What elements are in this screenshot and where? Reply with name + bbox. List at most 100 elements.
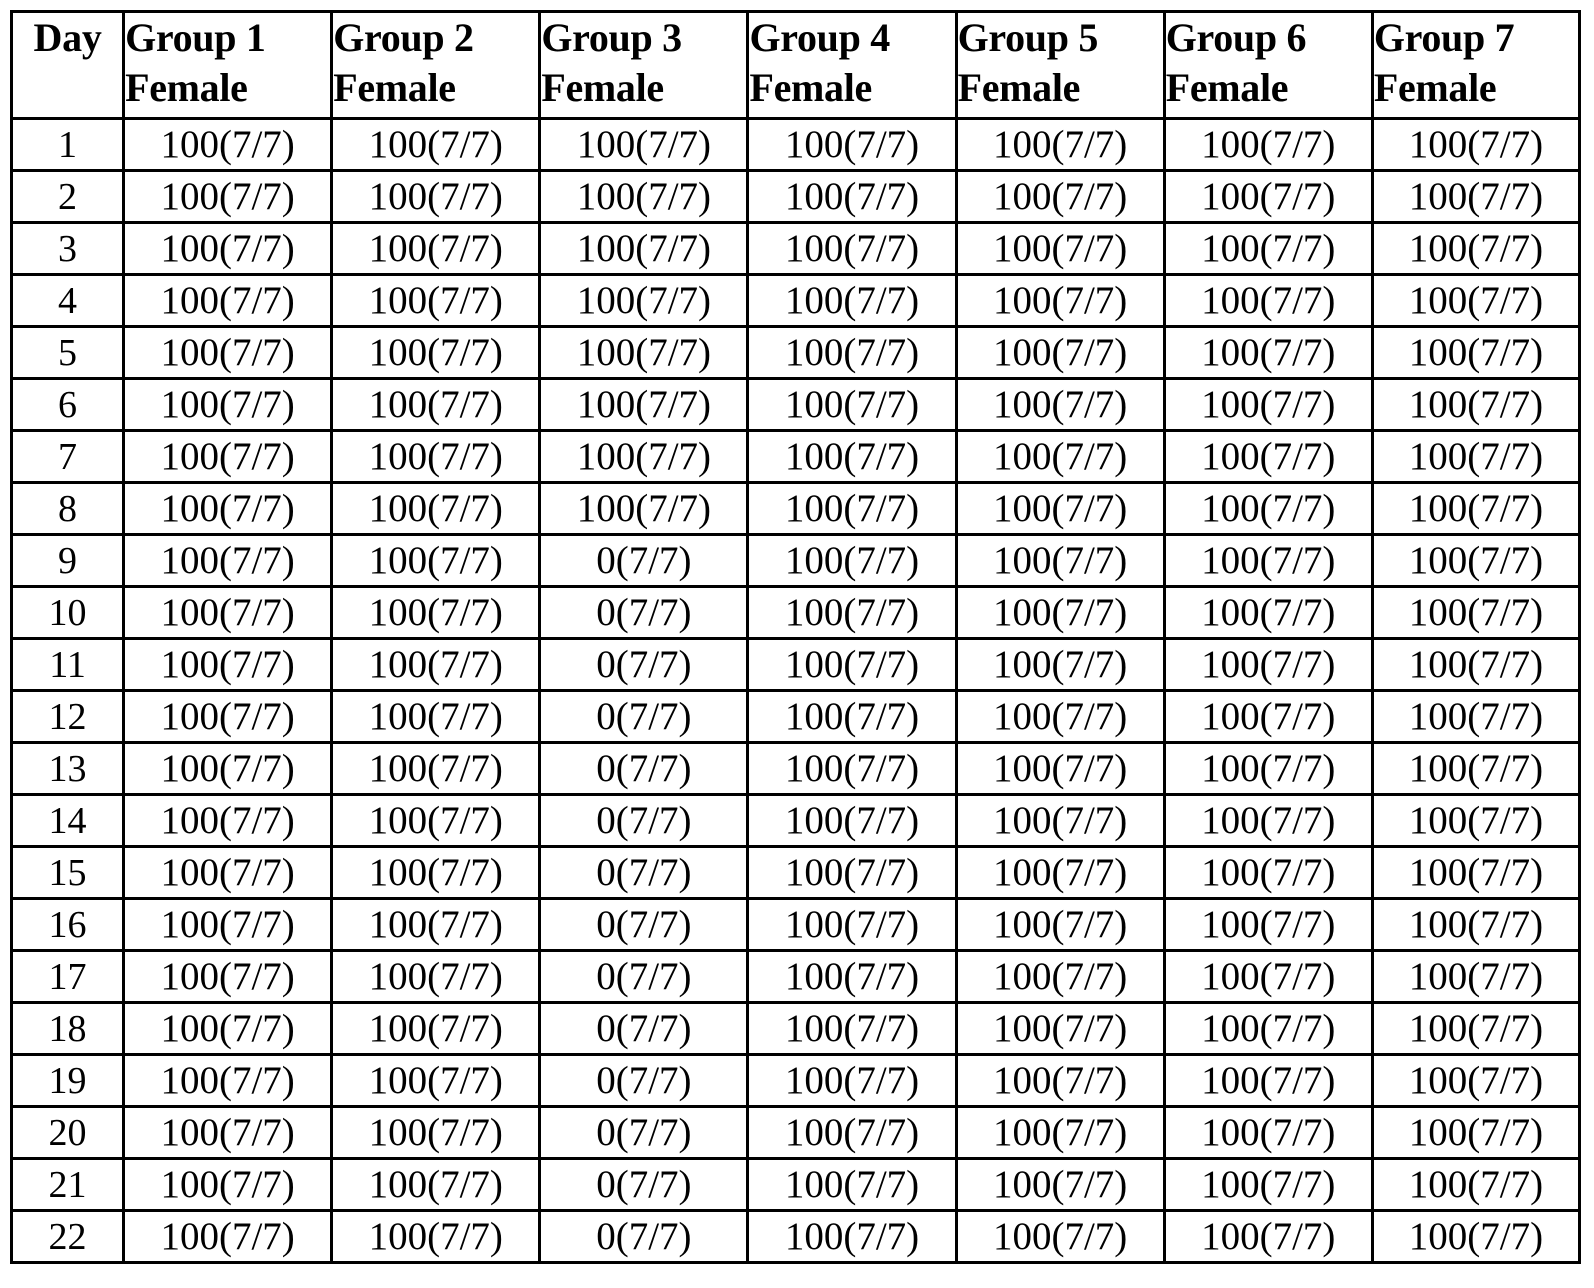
- survival-value-cell: 100(7/7): [746, 845, 958, 900]
- day-cell: 5: [9, 325, 126, 380]
- survival-value-cell: 100(7/7): [330, 169, 542, 224]
- day-cell: 8: [9, 481, 126, 536]
- survival-value-cell: 100(7/7): [1370, 793, 1582, 848]
- survival-value-cell: 100(7/7): [746, 1053, 958, 1108]
- survival-value-cell: 100(7/7): [746, 481, 958, 536]
- survival-value-cell: 0(7/7): [538, 793, 750, 848]
- survival-data-table: Day Group 1 Female Group 2 Female Group 3 Fema…: [9, 10, 1582, 1264]
- survival-value-cell: 100(7/7): [538, 325, 750, 380]
- survival-value-cell: 0(7/7): [538, 585, 750, 640]
- column-header-group1-line1: Group 1: [125, 15, 266, 60]
- survival-value-cell: 100(7/7): [122, 169, 334, 224]
- survival-value-cell: 100(7/7): [954, 481, 1166, 536]
- survival-value-cell: 100(7/7): [538, 117, 750, 172]
- survival-value-cell: 100(7/7): [954, 169, 1166, 224]
- table-row: 22 100(7/7) 100(7/7) 0(7/7) 100(7/7) 100(7/7)…: [9, 1209, 1582, 1264]
- survival-value-cell: 100(7/7): [954, 585, 1166, 640]
- survival-value-cell: 100(7/7): [954, 533, 1166, 588]
- day-cell: 3: [9, 221, 126, 276]
- day-cell: 10: [9, 585, 126, 640]
- survival-value-cell: 100(7/7): [1162, 221, 1374, 276]
- survival-value-cell: 100(7/7): [746, 689, 958, 744]
- survival-value-cell: 100(7/7): [954, 689, 1166, 744]
- survival-value-cell: 100(7/7): [746, 377, 958, 432]
- table-row: 2 100(7/7) 100(7/7) 100(7/7) 100(7/7) 100(7/7…: [9, 169, 1582, 224]
- survival-value-cell: 100(7/7): [122, 585, 334, 640]
- survival-value-cell: 100(7/7): [330, 221, 542, 276]
- survival-value-cell: 100(7/7): [330, 689, 542, 744]
- survival-value-cell: 100(7/7): [1370, 637, 1582, 692]
- survival-value-cell: 100(7/7): [122, 221, 334, 276]
- survival-value-cell: 0(7/7): [538, 845, 750, 900]
- survival-value-cell: 100(7/7): [122, 533, 334, 588]
- survival-value-cell: 100(7/7): [954, 273, 1166, 328]
- table-row: 21 100(7/7) 100(7/7) 0(7/7) 100(7/7) 100(7/7)…: [9, 1157, 1582, 1212]
- survival-value-cell: 100(7/7): [330, 1001, 542, 1056]
- survival-value-cell: 0(7/7): [538, 533, 750, 588]
- table-row: 9 100(7/7) 100(7/7) 0(7/7) 100(7/7) 100(7/7) 1…: [9, 533, 1582, 588]
- survival-value-cell: 100(7/7): [538, 221, 750, 276]
- table-row: 11 100(7/7) 100(7/7) 0(7/7) 100(7/7) 100(7/7)…: [9, 637, 1582, 692]
- column-header-group5-line2: Female: [957, 65, 1081, 110]
- survival-value-cell: 100(7/7): [330, 949, 542, 1004]
- day-cell: 11: [9, 637, 126, 692]
- survival-value-cell: 100(7/7): [122, 845, 334, 900]
- survival-value-cell: 100(7/7): [1370, 325, 1582, 380]
- survival-value-cell: 0(7/7): [538, 1105, 750, 1160]
- survival-value-cell: 100(7/7): [1162, 325, 1374, 380]
- table-row: 14 100(7/7) 100(7/7) 0(7/7) 100(7/7) 100(7/7)…: [9, 793, 1582, 848]
- survival-value-cell: 100(7/7): [122, 689, 334, 744]
- day-cell: 14: [9, 793, 126, 848]
- column-header-group7-line2: Female: [1373, 65, 1497, 110]
- survival-value-cell: 100(7/7): [746, 637, 958, 692]
- survival-value-cell: 100(7/7): [538, 429, 750, 484]
- survival-value-cell: 100(7/7): [122, 741, 334, 796]
- survival-value-cell: 100(7/7): [330, 793, 542, 848]
- survival-value-cell: 100(7/7): [1370, 1105, 1582, 1160]
- survival-value-cell: 100(7/7): [538, 273, 750, 328]
- survival-value-cell: 100(7/7): [330, 1053, 542, 1108]
- survival-value-cell: 100(7/7): [1370, 533, 1582, 588]
- survival-value-cell: 100(7/7): [1162, 169, 1374, 224]
- survival-value-cell: 100(7/7): [954, 845, 1166, 900]
- day-cell: 6: [9, 377, 126, 432]
- survival-value-cell: 100(7/7): [1162, 117, 1374, 172]
- survival-value-cell: 100(7/7): [330, 585, 542, 640]
- survival-value-cell: 100(7/7): [1162, 1105, 1374, 1160]
- survival-value-cell: 100(7/7): [954, 117, 1166, 172]
- survival-value-cell: 100(7/7): [1370, 117, 1582, 172]
- day-cell: 13: [9, 741, 126, 796]
- table-row: 19 100(7/7) 100(7/7) 0(7/7) 100(7/7) 100(7/7)…: [9, 1053, 1582, 1108]
- survival-value-cell: 0(7/7): [538, 1209, 750, 1264]
- survival-value-cell: 0(7/7): [538, 637, 750, 692]
- survival-value-cell: 100(7/7): [1162, 533, 1374, 588]
- survival-value-cell: 100(7/7): [746, 117, 958, 172]
- survival-value-cell: 100(7/7): [954, 741, 1166, 796]
- column-header-group3: Group 3 Female: [538, 10, 750, 120]
- day-cell: 19: [9, 1053, 126, 1108]
- table-body: 1 100(7/7) 100(7/7) 100(7/7) 100(7/7) 100(7/7…: [9, 117, 1582, 1264]
- survival-value-cell: 100(7/7): [954, 221, 1166, 276]
- survival-value-cell: 100(7/7): [954, 637, 1166, 692]
- survival-value-cell: 100(7/7): [122, 949, 334, 1004]
- survival-value-cell: 100(7/7): [1162, 273, 1374, 328]
- survival-value-cell: 100(7/7): [1370, 273, 1582, 328]
- table-row: 18 100(7/7) 100(7/7) 0(7/7) 100(7/7) 100(7/7)…: [9, 1001, 1582, 1056]
- survival-value-cell: 100(7/7): [1370, 845, 1582, 900]
- survival-value-cell: 100(7/7): [746, 325, 958, 380]
- table-row: 15 100(7/7) 100(7/7) 0(7/7) 100(7/7) 100(7/7)…: [9, 845, 1582, 900]
- survival-value-cell: 100(7/7): [122, 1157, 334, 1212]
- survival-value-cell: 100(7/7): [1162, 1157, 1374, 1212]
- survival-value-cell: 100(7/7): [746, 533, 958, 588]
- survival-value-cell: 100(7/7): [1370, 949, 1582, 1004]
- survival-value-cell: 100(7/7): [330, 377, 542, 432]
- survival-value-cell: 100(7/7): [746, 429, 958, 484]
- survival-value-cell: 100(7/7): [1162, 1053, 1374, 1108]
- survival-value-cell: 100(7/7): [746, 585, 958, 640]
- survival-value-cell: 100(7/7): [1162, 1209, 1374, 1264]
- table-row: 5 100(7/7) 100(7/7) 100(7/7) 100(7/7) 100(7/7…: [9, 325, 1582, 380]
- survival-value-cell: 100(7/7): [746, 1209, 958, 1264]
- survival-value-cell: 100(7/7): [746, 273, 958, 328]
- survival-value-cell: 100(7/7): [330, 637, 542, 692]
- column-header-group1: Group 1 Female: [122, 10, 334, 120]
